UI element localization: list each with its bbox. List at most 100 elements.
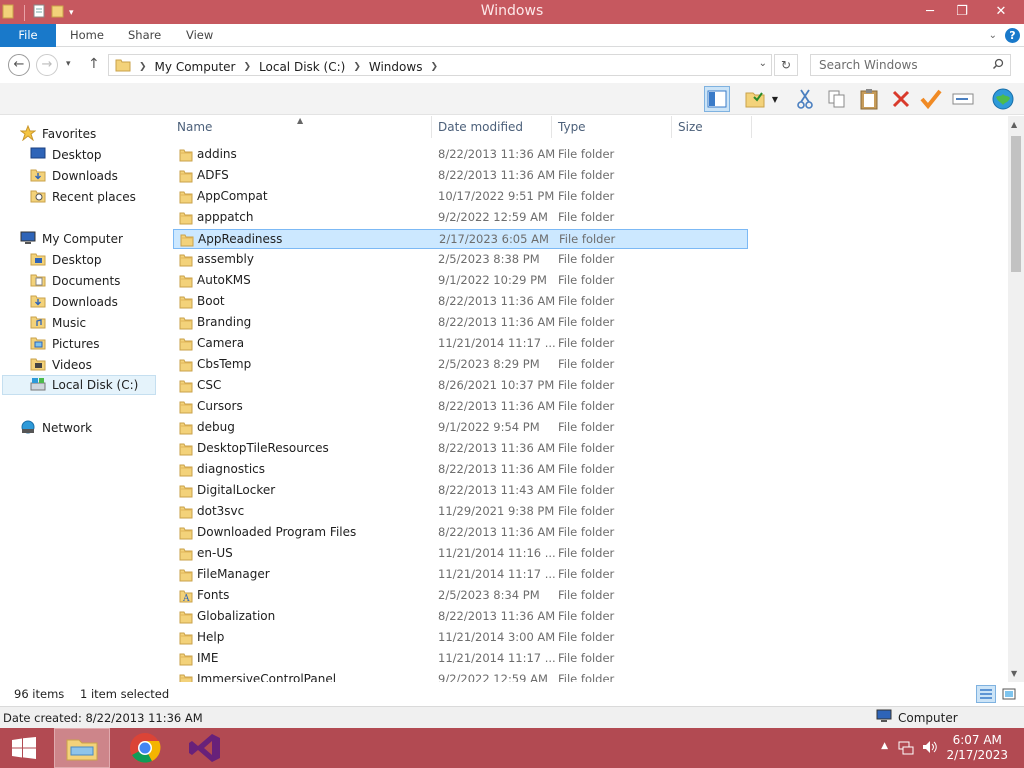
tab-home[interactable]: Home <box>70 24 104 47</box>
table-row[interactable]: Downloaded Program Files 8/22/2013 11:36 … <box>173 523 748 543</box>
vertical-scrollbar[interactable]: ▲ ▼ <box>1008 116 1024 682</box>
folder-options-icon[interactable] <box>742 86 768 112</box>
select-checkmark-icon[interactable] <box>918 86 944 112</box>
expand-ribbon-icon[interactable]: ⌄ <box>989 30 997 41</box>
table-row[interactable]: FileManager 11/21/2014 11:17 ... File fold… <box>173 565 748 585</box>
nav-pc-desktop[interactable]: Desktop <box>30 250 102 270</box>
search-input[interactable]: Search Windows <box>810 54 1011 76</box>
table-row[interactable]: dot3svc 11/29/2021 9:38 PM File folder <box>173 502 748 522</box>
chevron-right-icon[interactable]: ❯ <box>139 62 147 72</box>
table-row[interactable]: A Fonts 2/5/2023 8:34 PM File folder <box>173 586 748 606</box>
start-button[interactable] <box>0 728 48 768</box>
close-button[interactable]: ✕ <box>978 0 1024 22</box>
taskbar-chrome[interactable] <box>118 728 172 768</box>
nav-pc-documents[interactable]: Documents <box>30 271 120 291</box>
details-view-icon[interactable] <box>976 685 996 703</box>
volume-icon[interactable] <box>922 739 938 758</box>
network-globe-icon[interactable] <box>990 86 1016 112</box>
nav-pc-local-disk[interactable]: Local Disk (C:) <box>2 375 156 395</box>
folder-icon <box>179 211 193 228</box>
paste-icon[interactable] <box>856 86 882 112</box>
table-row[interactable]: DesktopTileResources 8/22/2013 11:36 AM Fi… <box>173 439 748 459</box>
copy-icon[interactable] <box>824 86 850 112</box>
table-row[interactable]: apppatch 9/2/2022 12:59 AM File folder <box>173 208 748 228</box>
nav-pc-pictures[interactable]: Pictures <box>30 334 100 354</box>
nav-fav-recent-places[interactable]: Recent places <box>30 187 136 207</box>
breadcrumb-my-computer[interactable]: My Computer <box>155 60 236 74</box>
scroll-down-icon[interactable]: ▼ <box>1011 669 1017 678</box>
date-modified: 11/21/2014 3:00 AM <box>438 630 556 644</box>
nav-my-computer[interactable]: My Computer <box>20 229 123 249</box>
network-tray-icon[interactable] <box>898 739 914 758</box>
up-button[interactable]: ↑ <box>88 56 100 72</box>
desktop-icon <box>30 147 46 164</box>
back-button[interactable]: ← <box>8 54 30 76</box>
nav-pc-downloads[interactable]: Downloads <box>30 292 118 312</box>
nav-network[interactable]: Network <box>20 418 92 438</box>
file-type: File folder <box>558 462 615 476</box>
file-name: IME <box>197 651 219 665</box>
table-row[interactable]: IME 11/21/2014 11:17 ... File folder <box>173 649 748 669</box>
chevron-down-icon[interactable]: ▼ <box>768 86 782 112</box>
table-row[interactable]: AppReadiness 2/17/2023 6:05 AM File folder <box>173 229 748 249</box>
refresh-button[interactable]: ↻ <box>774 54 798 76</box>
maximize-button[interactable]: ❐ <box>946 0 978 22</box>
delete-icon[interactable] <box>888 86 914 112</box>
forward-button[interactable]: → <box>36 54 58 76</box>
table-row[interactable]: Boot 8/22/2013 11:36 AM File folder <box>173 292 748 312</box>
table-row[interactable]: DigitalLocker 8/22/2013 11:43 AM File fold… <box>173 481 748 501</box>
taskbar-clock[interactable]: 6:07 AM 2/17/2023 <box>946 733 1008 763</box>
table-row[interactable]: ImmersiveControlPanel 9/2/2022 12:59 AM Fi… <box>173 670 748 682</box>
table-row[interactable]: Globalization 8/22/2013 11:36 AM File fold… <box>173 607 748 627</box>
breadcrumb-local-disk[interactable]: Local Disk (C:) <box>259 60 345 74</box>
address-box[interactable]: ❯ My Computer ❯ Local Disk (C:) ❯ Window… <box>108 54 772 76</box>
minimize-button[interactable]: ─ <box>914 0 946 22</box>
recent-locations-icon[interactable]: ▾ <box>66 59 71 69</box>
table-row[interactable]: Branding 8/22/2013 11:36 AM File folder <box>173 313 748 333</box>
nav-label: Music <box>52 316 87 330</box>
tab-share[interactable]: Share <box>128 24 161 47</box>
table-row[interactable]: assembly 2/5/2023 8:38 PM File folder <box>173 250 748 270</box>
nav-fav-desktop[interactable]: Desktop <box>30 145 102 165</box>
large-icons-view-icon[interactable] <box>999 685 1019 703</box>
file-name: apppatch <box>197 210 254 224</box>
scrollbar-thumb[interactable] <box>1011 136 1021 272</box>
table-row[interactable]: CSC 8/26/2021 10:37 PM File folder <box>173 376 748 396</box>
cut-icon[interactable] <box>792 86 818 112</box>
taskbar-visual-studio[interactable] <box>180 728 230 768</box>
nav-pc-music[interactable]: Music <box>30 313 86 333</box>
table-row[interactable]: Camera 11/21/2014 11:17 ... File folder <box>173 334 748 354</box>
chevron-right-icon[interactable]: ❯ <box>430 62 438 72</box>
nav-favorites[interactable]: Favorites <box>19 124 96 144</box>
file-name: AppReadiness <box>198 232 283 246</box>
column-header-type[interactable]: Type <box>558 120 586 134</box>
table-row[interactable]: CbsTemp 2/5/2023 8:29 PM File folder <box>173 355 748 375</box>
table-row[interactable]: addins 8/22/2013 11:36 AM File folder <box>173 145 748 165</box>
taskbar-file-explorer[interactable] <box>54 728 110 768</box>
table-row[interactable]: debug 9/1/2022 9:54 PM File folder <box>173 418 748 438</box>
column-header-size[interactable]: Size <box>678 120 703 134</box>
rename-icon[interactable] <box>950 86 976 112</box>
table-row[interactable]: AppCompat 10/17/2022 9:51 PM File folder <box>173 187 748 207</box>
command-toolbar: ▼ <box>0 83 1024 115</box>
preview-pane-icon[interactable] <box>704 86 730 112</box>
tab-view[interactable]: View <box>186 24 213 47</box>
nav-fav-downloads[interactable]: Downloads <box>30 166 118 186</box>
chevron-right-icon[interactable]: ❯ <box>353 62 361 72</box>
tab-file[interactable]: File <box>0 24 56 47</box>
table-row[interactable]: Cursors 8/22/2013 11:36 AM File folder <box>173 397 748 417</box>
column-header-date[interactable]: Date modified <box>438 120 523 134</box>
column-header-name[interactable]: Name <box>177 120 212 134</box>
chevron-right-icon[interactable]: ❯ <box>243 62 251 72</box>
help-icon[interactable]: ? <box>1005 28 1020 43</box>
breadcrumb-windows[interactable]: Windows <box>369 60 423 74</box>
table-row[interactable]: en-US 11/21/2014 11:16 ... File folder <box>173 544 748 564</box>
show-hidden-icons[interactable]: ▲ <box>881 741 888 751</box>
address-dropdown-icon[interactable]: ⌄ <box>759 58 767 69</box>
scroll-up-icon[interactable]: ▲ <box>1011 120 1017 129</box>
table-row[interactable]: diagnostics 8/22/2013 11:36 AM File folder <box>173 460 748 480</box>
table-row[interactable]: AutoKMS 9/1/2022 10:29 PM File folder <box>173 271 748 291</box>
nav-pc-videos[interactable]: Videos <box>30 355 92 375</box>
table-row[interactable]: ADFS 8/22/2013 11:36 AM File folder <box>173 166 748 186</box>
table-row[interactable]: Help 11/21/2014 3:00 AM File folder <box>173 628 748 648</box>
